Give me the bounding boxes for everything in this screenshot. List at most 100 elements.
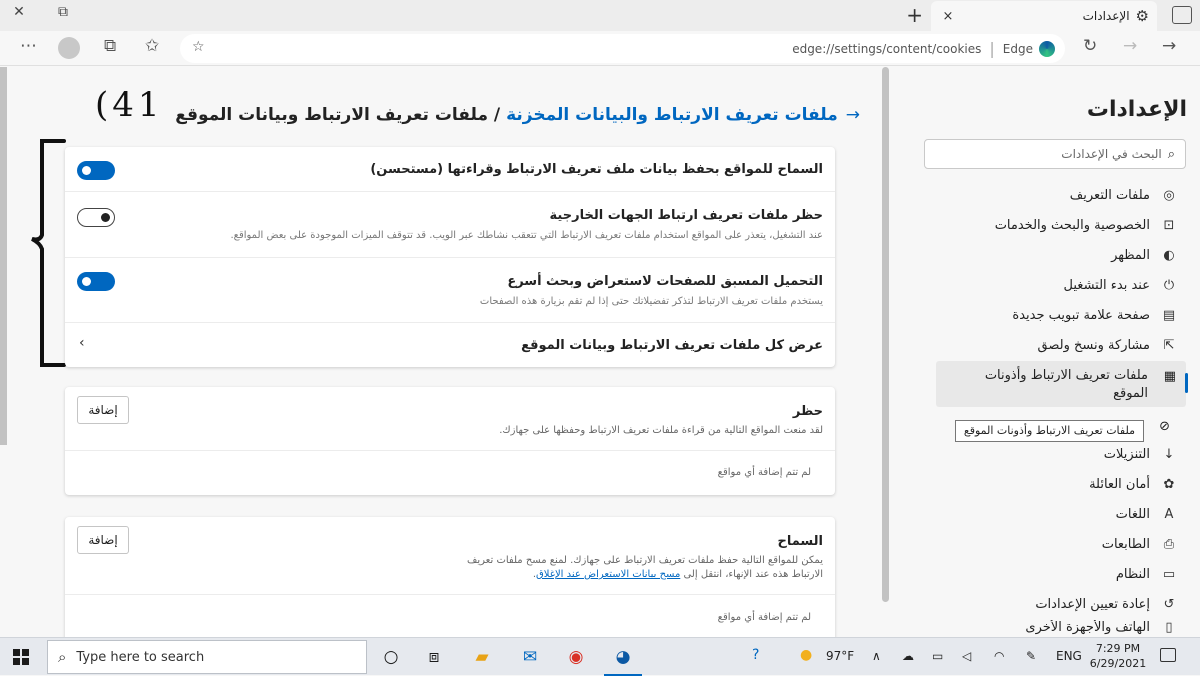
gear-icon: ⚙ (1135, 7, 1149, 25)
sidebar-item-printers[interactable]: ⎙ الطابعات (928, 530, 1178, 558)
allow-empty-text: لم تتم إضافة أي مواقع (717, 612, 811, 623)
preload-toggle[interactable] (77, 272, 115, 291)
favorites-icon[interactable]: ✩ (145, 36, 159, 56)
sidebar-item-family[interactable]: ✿ أمان العائلة (928, 470, 1178, 498)
allow-section-title: السماح (777, 534, 823, 549)
taskbar: ⌕ Type here to search ○ ⧈ ▰ ✉ ◉ ◕ ? ● 97… (0, 637, 1200, 676)
sidebar-item-phone[interactable]: ▯ الهاتف والأجهزة الأخرى (928, 620, 1178, 637)
active-indicator (1185, 373, 1188, 393)
block-section-card: حظر لقد منعت المواقع التالية من قراءة مل… (65, 387, 835, 495)
cortana-icon[interactable]: ○ (378, 644, 404, 670)
restore-window-icon[interactable]: ⧉ (48, 4, 78, 20)
search-icon: ⌕ (58, 648, 67, 666)
sidebar-item-privacy[interactable]: ⊡ الخصوصية والبحث والخدمات (928, 211, 1178, 239)
handwritten-bracket (31, 139, 66, 367)
weather-icon[interactable]: ● (800, 647, 812, 663)
breadcrumb-parent-link[interactable]: ملفات تعريف الارتباط والبيانات المخزنة (506, 105, 838, 125)
back-icon[interactable]: → (1162, 36, 1176, 56)
block-add-button[interactable]: إضافة (77, 396, 129, 424)
wifi-icon[interactable]: ◠ (994, 649, 1004, 663)
phone-icon: ▯ (1165, 620, 1173, 635)
language-indicator[interactable]: ENG (1056, 649, 1082, 663)
setting-row-block-third-party: حظر ملفات تعريف ارتباط الجهات الخارجية ع… (65, 192, 835, 258)
sidebar-item-appearance[interactable]: ◐ المظهر (928, 241, 1178, 269)
tooltip: ملفات تعريف الارتباط وأذونات الموقع (954, 420, 1144, 442)
see-all-label: عرض كل ملفات تعريف الارتباط وبيانات المو… (521, 338, 823, 353)
tab-actions-icon[interactable] (1172, 6, 1192, 24)
clock-date: 6/29/2021 (1089, 657, 1147, 670)
settings-sidebar: الإعدادات ⌕ البحث في الإعدادات ◎ ملفات ال… (895, 67, 1200, 637)
pen-icon[interactable]: ✎ (1026, 649, 1036, 663)
sidebar-item-reset[interactable]: ↺ إعادة تعيين الإعدادات (928, 590, 1178, 618)
sidebar-item-downloads[interactable]: ↓ التنزيلات (928, 440, 1178, 468)
taskbar-search-placeholder: Type here to search (76, 649, 205, 665)
setting-row-allow-cookies: السماح للمواقع بحفظ بيانات ملف تعريف الا… (65, 147, 835, 192)
sidebar-item-cookies[interactable]: ▦ ملفات تعريف الارتباط وأذونات الموقع (936, 361, 1188, 407)
search-input[interactable]: ⌕ البحث في الإعدادات (924, 139, 1186, 169)
avatar[interactable] (58, 37, 80, 59)
sidebar-item-label: التنزيلات (1103, 446, 1150, 462)
sidebar-item-label: إعادة تعيين الإعدادات (1035, 596, 1150, 612)
url-text[interactable]: edge://settings/content/cookies (792, 42, 981, 56)
clock[interactable]: 7:29 PM 6/29/2021 (1085, 641, 1151, 671)
edge-taskbar-icon[interactable]: ◕ (604, 644, 642, 676)
block-third-party-desc: عند التشغيل، يتعذر على المواقع استخدام م… (230, 230, 823, 241)
allow-cookies-toggle[interactable] (77, 161, 115, 180)
more-menu-icon[interactable]: ⋯ (20, 36, 37, 56)
settings-content: (41 → ملفات تعريف الارتباط والبيانات المخ… (0, 67, 880, 647)
task-view-icon[interactable]: ⧈ (421, 644, 447, 670)
clear-on-close-link[interactable]: مسح بيانات الاستعراض عند الإغلاق (536, 569, 680, 580)
content-scrollbar[interactable] (882, 67, 889, 602)
sidebar-item-label: النظام (1115, 566, 1150, 582)
power-icon: ⏻ (1163, 277, 1175, 293)
taskbar-search-input[interactable]: ⌕ Type here to search (47, 640, 367, 674)
sidebar-item-profiles[interactable]: ◎ ملفات التعريف (928, 181, 1178, 209)
collections-icon[interactable]: ⧉ (104, 36, 116, 56)
address-bar[interactable]: Edge | edge://settings/content/cookies ☆ (180, 34, 1065, 63)
weather-temp[interactable]: 97°F (826, 649, 854, 663)
sidebar-item-startup[interactable]: ⏻ عند بدء التشغيل (928, 271, 1178, 299)
toolbar: ⋯ ⧉ ✩ Edge | edge://settings/content/coo… (0, 31, 1200, 66)
allow-add-button[interactable]: إضافة (77, 526, 129, 554)
forward-icon: → (1123, 36, 1138, 56)
new-tab-button[interactable]: + (906, 3, 923, 27)
allow-section-desc: يمكن للمواقع التالية حفظ ملفات تعريف الا… (433, 554, 823, 582)
system-icon: ▭ (1162, 566, 1176, 582)
edge-logo-icon (1039, 40, 1055, 57)
handwritten-note: (41 (95, 85, 164, 125)
notification-icon[interactable] (1160, 648, 1176, 662)
sidebar-item-label: ملفات التعريف (1069, 187, 1150, 203)
volume-icon[interactable]: ◁ (962, 649, 971, 663)
search-placeholder: البحث في الإعدادات (1061, 147, 1162, 161)
block-third-party-toggle[interactable] (77, 208, 115, 227)
add-favorite-icon[interactable]: ☆ (192, 39, 205, 55)
sidebar-item-label: الخصوصية والبحث والخدمات (994, 217, 1150, 233)
sidebar-item-share[interactable]: ⇱ مشاركة ونسخ ولصق (928, 331, 1178, 359)
battery-icon[interactable]: ▭ (932, 649, 943, 663)
tab-settings[interactable]: ⚙ الإعدادات × (931, 1, 1157, 31)
tab-close-icon[interactable]: × (939, 9, 957, 24)
block-section-title: حظر (792, 404, 823, 419)
tray-chevron-icon[interactable]: ∧ (872, 649, 881, 663)
sidebar-item-label: مشاركة ونسخ ولصق (1037, 337, 1150, 353)
help-icon[interactable]: ? (752, 647, 759, 663)
divider (65, 594, 835, 595)
setting-row-see-all[interactable]: عرض كل ملفات تعريف الارتباط وبيانات المو… (65, 323, 835, 367)
refresh-icon[interactable]: ↻ (1083, 36, 1097, 56)
close-window-icon[interactable]: ✕ (4, 4, 34, 20)
chrome-icon[interactable]: ◉ (563, 644, 589, 670)
windows-start-icon[interactable] (13, 649, 29, 665)
cloud-icon[interactable]: ☁ (902, 649, 914, 663)
profile-icon: ◎ (1163, 187, 1175, 203)
sidebar-item-label: أمان العائلة (1089, 476, 1150, 492)
sidebar-item-new-tab[interactable]: ▤ صفحة علامة تبويب جديدة (928, 301, 1178, 329)
default-browser-icon[interactable]: ⊘ (1159, 419, 1170, 434)
block-third-party-label: حظر ملفات تعريف ارتباط الجهات الخارجية (549, 208, 823, 223)
share-icon: ⇱ (1163, 337, 1175, 353)
sidebar-item-system[interactable]: ▭ النظام (928, 560, 1178, 588)
sidebar-item-languages[interactable]: A اللغات (928, 500, 1178, 528)
clock-time: 7:29 PM (1095, 642, 1141, 655)
back-arrow-icon[interactable]: → (846, 105, 860, 125)
mail-icon[interactable]: ✉ (517, 644, 543, 670)
file-explorer-icon[interactable]: ▰ (469, 644, 495, 670)
